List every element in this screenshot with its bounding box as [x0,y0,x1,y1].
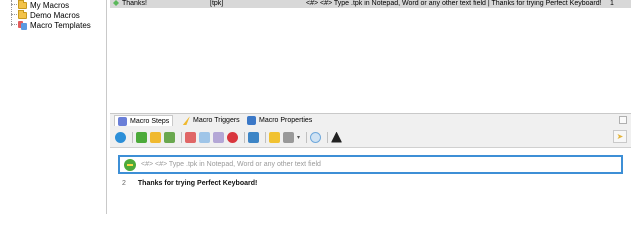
tree-item-label: My Macros [30,0,70,10]
steps-editor[interactable]: <#> <#> Type .tpk in Notepad, Word or an… [110,147,631,215]
step-action-button[interactable]: ➤ [613,130,627,143]
toolbar-separator [306,131,308,143]
folder-icon [18,9,27,19]
macro-name: Thanks! [122,0,147,7]
macro-properties-icon [247,116,256,125]
toolbar-separator [132,131,133,143]
step-row-selected[interactable]: <#> <#> Type .tpk in Notepad, Word or an… [118,155,623,174]
panel-tabs: Macro Steps Macro Triggers Macro Propert… [110,114,631,127]
tab-macro-properties[interactable]: Macro Properties [244,115,315,126]
macro-hotkey: [tpk] [210,0,224,7]
macro-steps-icon [118,116,127,126]
macro-tree[interactable]: My Macros Demo Macros Macro Templates [0,0,107,214]
chevron-down-icon[interactable]: ▾ [297,134,300,141]
tree-connector [11,24,17,25]
step-text: <#> <#> Type .tpk in Notepad, Word or an… [141,161,321,168]
lightning-icon: ➤ [616,132,624,141]
tree-item-label: Macro Templates [30,20,91,30]
toolbar-separator [244,131,245,143]
toolbar-separator [181,131,182,143]
tree-connector [11,4,17,5]
templates-icon [18,20,27,30]
step-text: Thanks for trying Perfect Keyboard! [137,180,258,187]
macro-content: <#> <#> Type .tpk in Notepad, Word or an… [306,0,602,7]
macro-icon [113,0,119,6]
search-icon[interactable] [310,131,322,143]
edit-step-icon[interactable] [164,131,175,143]
insert-step-icon[interactable] [150,131,161,143]
record-icon[interactable] [248,131,259,143]
tab-macro-triggers[interactable]: Macro Triggers [178,115,243,126]
toolbar-separator [265,131,266,143]
cut-icon[interactable] [185,131,196,143]
macro-triggers-icon [182,116,190,125]
run-icon[interactable] [115,131,126,143]
delete-icon[interactable] [227,131,238,143]
step-number: 2 [122,180,126,187]
pin-icon[interactable] [619,116,627,124]
tab-label: Macro Properties [259,117,313,124]
copy-icon[interactable] [199,131,210,143]
warning-icon[interactable] [331,131,343,143]
tree-item-macro-templates[interactable]: Macro Templates [18,20,91,30]
macro-list-row[interactable]: Thanks! [tpk] <#> <#> Type .tpk in Notep… [110,0,631,8]
tree-item-my-macros[interactable]: My Macros [18,0,69,10]
tab-label: Macro Steps [130,117,170,125]
steps-toolbar: ▾ [110,129,631,145]
macro-count: 1 [610,0,614,7]
paste-icon[interactable] [213,131,224,143]
variables-icon[interactable] [269,131,280,143]
toolbar-separator [327,131,329,143]
commands-icon[interactable] [283,131,294,143]
tab-macro-steps[interactable]: Macro Steps [114,115,174,126]
macro-list[interactable]: Thanks! [tpk] <#> <#> Type .tpk in Notep… [110,0,631,110]
folder-icon [18,0,27,9]
step-row[interactable]: 2 Thanks for trying Perfect Keyboard! [122,180,257,187]
tab-label: Macro Triggers [193,117,240,124]
add-step-icon[interactable] [136,131,147,143]
type-text-icon [124,158,136,171]
tree-item-label: Demo Macros [30,10,80,20]
tree-connector [11,14,17,15]
tree-item-demo-macros[interactable]: Demo Macros [18,9,80,20]
macro-details-panel: Macro Steps Macro Triggers Macro Propert… [110,113,631,215]
